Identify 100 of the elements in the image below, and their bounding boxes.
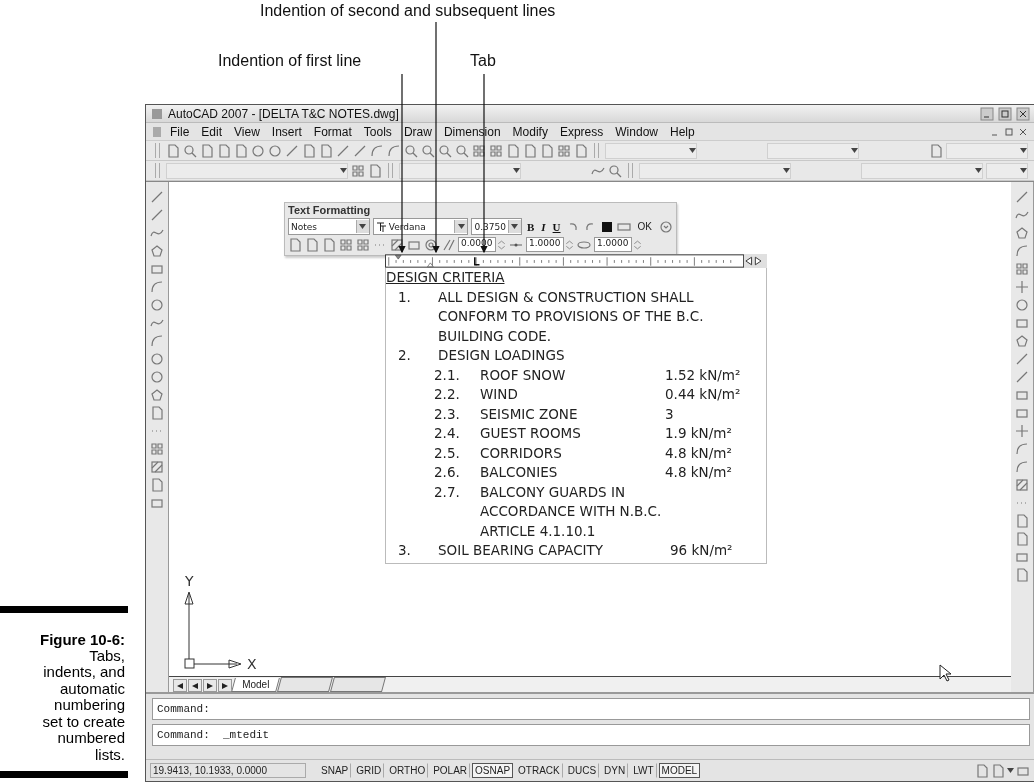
circle-icon[interactable] [150,352,164,366]
caret-icon[interactable] [359,224,367,229]
page-icon[interactable] [150,406,164,420]
line-icon[interactable] [1015,190,1029,204]
caret-icon[interactable] [851,148,858,153]
rectangle-icon[interactable] [1015,406,1029,420]
dropdown[interactable] [399,162,521,179]
menu-item[interactable]: Format [307,124,358,139]
caret-icon[interactable] [689,148,696,153]
line-icon[interactable] [353,143,367,158]
resize-arrows-icon[interactable] [744,256,763,266]
format-button[interactable]: U [550,220,563,233]
rectangle-icon[interactable] [150,496,164,510]
line-icon[interactable] [285,143,299,158]
arc-icon[interactable] [370,143,384,158]
magnifier-icon[interactable] [183,143,197,158]
menu-item[interactable]: Insert [265,124,308,139]
page-icon[interactable] [166,143,180,158]
caret-icon[interactable] [783,168,790,173]
caret-icon[interactable] [457,224,465,229]
page-icon[interactable] [574,143,588,158]
width-factor-field[interactable]: 1.0000 [594,237,632,252]
caret-icon[interactable] [1020,168,1027,173]
status-toggle[interactable]: DYN [601,763,629,778]
menu-item[interactable]: Modify [506,124,554,139]
tab-nav-button[interactable] [188,679,202,692]
menu-item[interactable]: Help [664,124,701,139]
caret-icon[interactable] [513,168,520,173]
layout-tab[interactable] [277,677,334,692]
line-icon[interactable] [1015,370,1029,384]
caret-icon[interactable] [975,168,982,173]
arc-icon[interactable] [150,334,164,348]
line-icon[interactable] [150,190,164,204]
polygon-icon[interactable] [1015,334,1029,348]
page-icon[interactable] [200,143,214,158]
minimize-icon[interactable] [980,106,994,121]
arc-icon[interactable] [1015,244,1029,258]
circle-icon[interactable] [251,143,265,158]
page-icon[interactable] [540,143,554,158]
dropdown[interactable] [986,162,1028,179]
page-icon[interactable] [322,237,336,252]
page-icon[interactable] [1015,568,1029,582]
page-icon[interactable] [217,143,231,158]
move-icon[interactable] [1015,424,1029,438]
caret-icon[interactable] [1007,768,1014,773]
circle-icon[interactable] [268,143,282,158]
rectangle-icon[interactable] [150,262,164,276]
page-icon[interactable] [288,237,302,252]
magnifier-icon[interactable] [455,143,469,158]
polygon-icon[interactable] [150,388,164,402]
layout-tab[interactable] [330,677,387,692]
page-icon[interactable] [150,478,164,492]
arc-icon[interactable] [1015,442,1029,456]
page-icon[interactable] [523,143,537,158]
menu-item[interactable]: View [228,124,266,139]
page-icon[interactable] [319,143,333,158]
status-toggle[interactable]: GRID [353,763,385,778]
line-icon[interactable] [150,208,164,222]
format-button[interactable]: I [539,220,548,233]
close-icon[interactable] [1016,106,1030,121]
polygon-icon[interactable] [150,244,164,258]
caret-icon[interactable] [340,168,347,173]
menu-item[interactable]: Tools [357,124,398,139]
tracking-field[interactable]: 1.0000 [526,237,564,252]
tab-nav-button[interactable] [173,679,187,692]
text-editor[interactable] [385,268,767,564]
move-icon[interactable] [1015,280,1029,294]
page-icon[interactable] [1015,514,1029,528]
page-icon[interactable] [975,763,989,778]
line-icon[interactable] [1015,352,1029,366]
status-toggle[interactable]: OTRACK [515,763,563,778]
circle-icon[interactable] [150,370,164,384]
menu-item[interactable]: File [164,124,196,139]
options-icon[interactable] [659,219,673,234]
spinner-icon[interactable] [633,237,642,252]
arc-icon[interactable] [150,280,164,294]
menu-item[interactable]: Draw [397,124,438,139]
spinner-icon[interactable] [565,237,574,252]
arc-icon[interactable] [387,143,401,158]
status-toggle[interactable]: OSNAP [472,763,514,778]
rectangle-icon[interactable] [1015,316,1029,330]
menu-item[interactable]: Express [553,124,610,139]
page-icon[interactable] [305,237,319,252]
page-icon[interactable] [929,143,943,158]
status-toggle[interactable]: LWT [630,763,657,778]
ok-button[interactable]: OK [633,221,656,232]
page-icon[interactable] [506,143,520,158]
layout-tab[interactable]: Model [231,678,281,692]
status-toggle[interactable]: POLAR [430,763,471,778]
tab-nav-button[interactable] [218,679,232,692]
line-icon[interactable] [336,143,350,158]
tab-nav-button[interactable] [203,679,217,692]
magnifier-icon[interactable] [608,163,622,178]
hatch-icon[interactable] [390,237,404,252]
magnifier-icon[interactable] [404,143,418,158]
caret-icon[interactable] [511,224,519,229]
rectangle-icon[interactable] [1015,388,1029,402]
status-toggle[interactable]: MODEL [658,763,701,778]
status-toggle[interactable]: DUCS [564,763,600,778]
page-icon[interactable] [234,143,248,158]
